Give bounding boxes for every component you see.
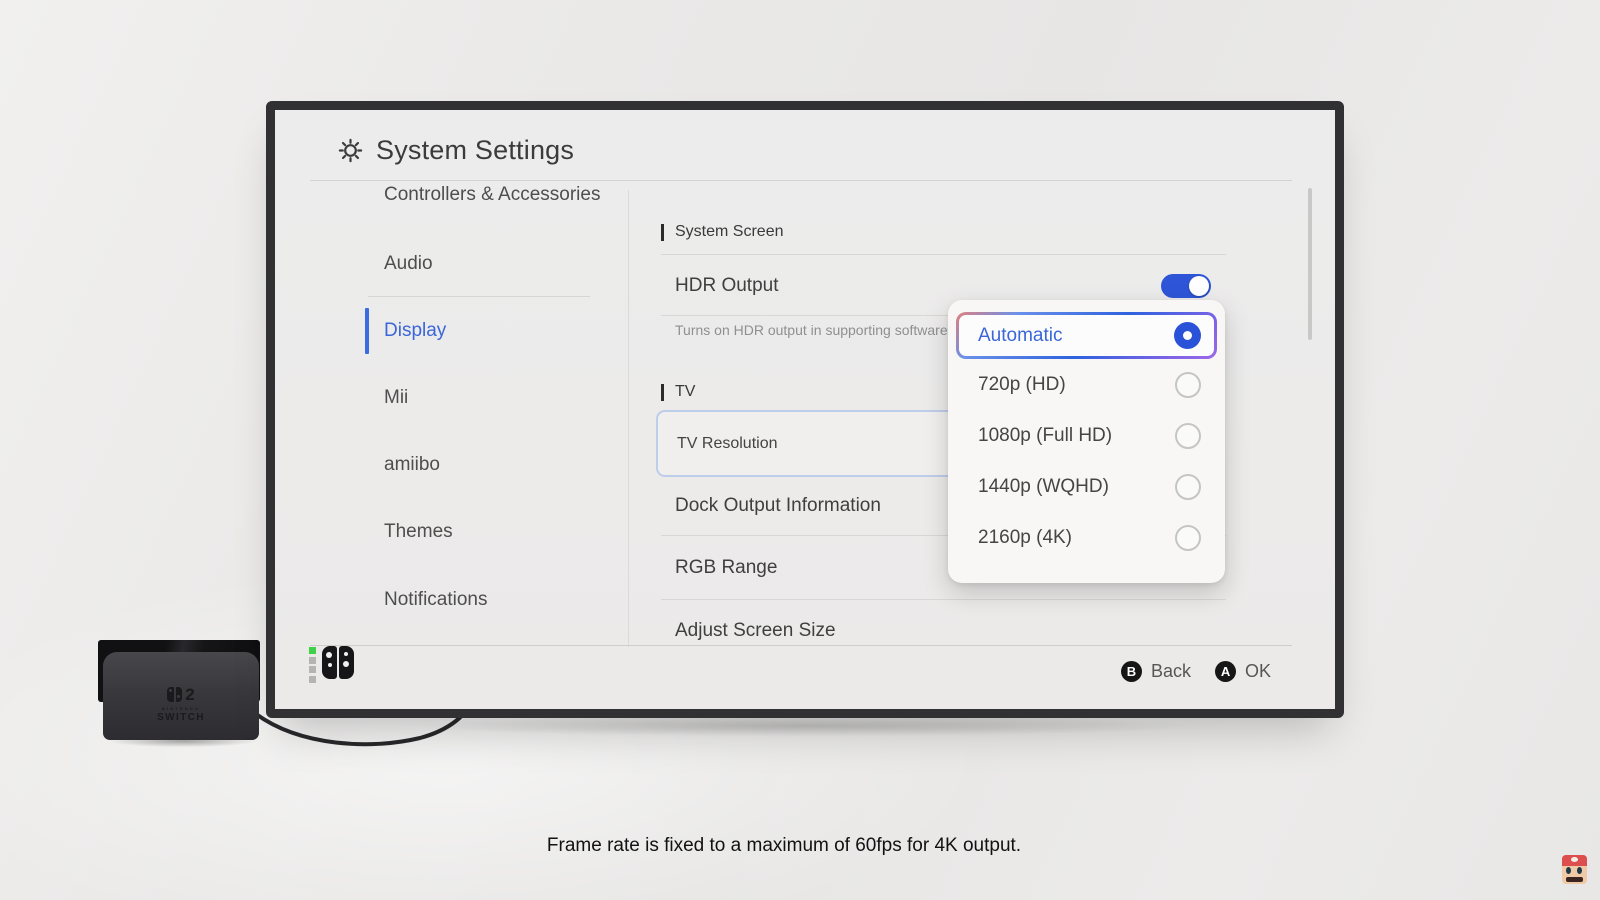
radio-selected-icon (1174, 322, 1201, 349)
option-1080p[interactable]: 1080p (Full HD) (956, 410, 1217, 461)
sidebar-item-controllers[interactable]: Controllers & Accessories (275, 172, 628, 218)
toggle-knob (1189, 276, 1209, 296)
player-led (309, 676, 316, 683)
stage: 2 NINTENDO SWITCH (0, 0, 1600, 900)
sidebar-divider (368, 296, 590, 297)
joycon-left-icon (322, 646, 337, 679)
a-button-icon: A (1215, 661, 1236, 682)
option-1440p[interactable]: 1440p (WQHD) (956, 461, 1217, 512)
radio-icon (1175, 525, 1201, 551)
page-header: System Settings (338, 132, 574, 168)
tv-frame: System Settings Controllers & Accessorie… (266, 101, 1344, 718)
row-adjust-screen-size[interactable]: Adjust Screen Size (661, 608, 1226, 654)
row-separator (661, 599, 1226, 600)
b-button-icon: B (1121, 661, 1142, 682)
button-hints: B Back A OK (1121, 657, 1271, 685)
radio-icon (1175, 423, 1201, 449)
sidebar-item-display[interactable]: Display (275, 308, 628, 354)
hdr-output-toggle[interactable] (1161, 274, 1211, 298)
option-automatic[interactable]: Automatic (956, 312, 1217, 359)
switch2-logo: 2 (167, 686, 194, 703)
sidebar-item-themes[interactable]: Themes (275, 509, 628, 555)
tv-resolution-dropdown: Automatic 720p (HD) 1080p (Full HD) 1440… (948, 300, 1225, 583)
footer-divider (310, 645, 1292, 646)
panel-divider (628, 190, 629, 647)
player-indicator (309, 647, 316, 685)
subtitle-caption: Frame rate is fixed to a maximum of 60fp… (547, 835, 1021, 857)
hdr-description: Turns on HDR output in supporting softwa… (675, 322, 952, 338)
sidebar-item-mii[interactable]: Mii (275, 375, 628, 421)
sidebar-item-audio[interactable]: Audio (275, 241, 628, 287)
joycon-right-icon (339, 646, 354, 679)
logo-number: 2 (185, 686, 194, 703)
sidebar-item-amiibo[interactable]: amiibo (275, 442, 628, 488)
ok-hint-label: OK (1245, 661, 1271, 682)
player-led (309, 666, 316, 673)
section-bar (661, 384, 664, 401)
section-header-system-screen: System Screen (661, 222, 783, 242)
gear-icon (338, 138, 363, 163)
page-title: System Settings (376, 135, 574, 166)
sidebar-item-notifications[interactable]: Notifications (275, 577, 628, 623)
logo-brand-text: NINTENDO (162, 706, 201, 711)
option-2160p[interactable]: 2160p (4K) (956, 512, 1217, 563)
switch-dock: 2 NINTENDO SWITCH (103, 652, 259, 740)
radio-icon (1175, 474, 1201, 500)
player1-led (309, 647, 316, 654)
scrollbar[interactable] (1308, 188, 1312, 340)
back-hint-label: Back (1151, 661, 1191, 682)
option-720p[interactable]: 720p (HD) (956, 359, 1217, 410)
section-header-tv: TV (661, 382, 695, 402)
section-bar (661, 224, 664, 241)
row-separator (661, 254, 1226, 255)
player-led (309, 657, 316, 664)
mario-watermark-icon (1562, 855, 1587, 884)
system-settings-screen: System Settings Controllers & Accessorie… (275, 110, 1335, 709)
joycon-logo-icon (167, 687, 182, 702)
logo-name-text: SWITCH (157, 712, 205, 723)
radio-icon (1175, 372, 1201, 398)
